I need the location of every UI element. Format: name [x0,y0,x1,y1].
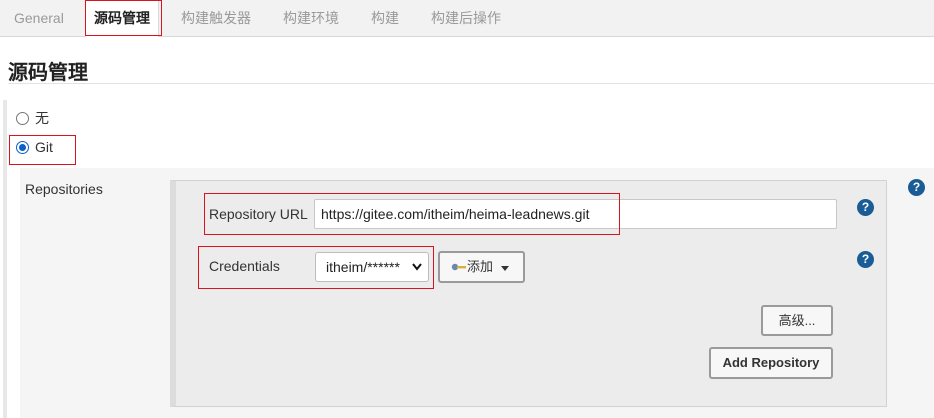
scm-option-none[interactable]: 无 [16,108,49,128]
add-credentials-label: 添加 [467,259,494,274]
title-divider [8,83,934,84]
chevron-down-icon [411,254,423,290]
credentials-label: Credentials [209,258,280,274]
radio-none[interactable] [16,111,29,125]
tab-build[interactable]: 构建 [371,0,399,36]
scm-help-icon[interactable]: ? [908,179,925,196]
key-icon [451,254,467,282]
config-tab-bar: General 源码管理 构建触发器 构建环境 构建 构建后操作 [0,0,934,37]
caret-down-icon [500,254,509,282]
tab-build-triggers[interactable]: 构建触发器 [181,0,251,36]
repositories-label: Repositories [25,181,103,197]
radio-git-label: Git [35,139,53,155]
tab-post-build-actions[interactable]: 构建后操作 [431,0,501,36]
repository-url-label: Repository URL [209,206,308,222]
section-left-border [3,100,7,418]
page-title: 源码管理 [8,62,88,84]
credentials-help-icon[interactable]: ? [857,251,874,268]
tab-general[interactable]: General [14,0,64,36]
radio-none-label: 无 [35,110,49,126]
tab-source-code-management[interactable]: 源码管理 [85,0,159,37]
advanced-button[interactable]: 高级... [761,305,833,336]
credentials-selected-value: itheim/****** [326,259,400,275]
add-credentials-button[interactable]: 添加 [438,251,525,283]
radio-git[interactable] [16,140,29,154]
repository-url-help-icon[interactable]: ? [857,199,874,216]
add-repository-button[interactable]: Add Repository [709,347,833,379]
tab-build-environment[interactable]: 构建环境 [283,0,339,36]
scm-option-git[interactable]: Git [16,139,53,155]
credentials-select[interactable]: itheim/****** [315,252,429,282]
repository-url-input[interactable]: https://gitee.com/itheim/heima-leadnews.… [314,199,837,229]
